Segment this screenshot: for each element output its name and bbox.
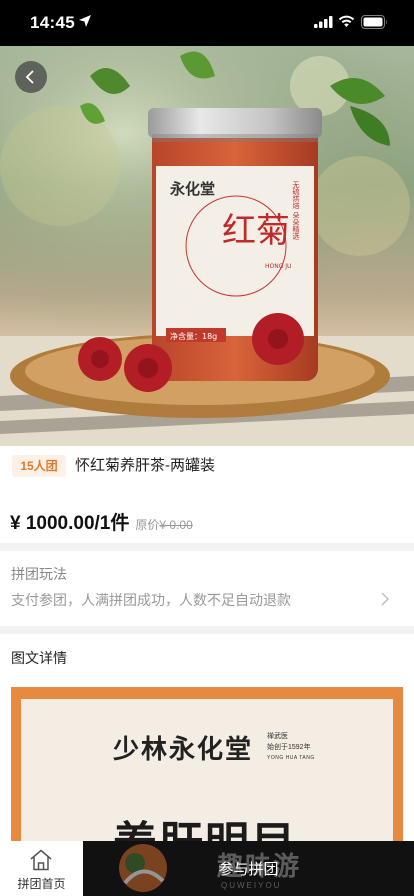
product-info: 15人团 怀红菊养肝茶-两罐装 ¥ 1000.00 /1件 原价 ¥ 0.00 — [0, 446, 414, 543]
brand-en: YONG HUA TANG — [267, 755, 315, 761]
detail-title: 图文详情 — [11, 650, 67, 666]
rules-title: 拼团玩法 — [11, 566, 67, 582]
jar-name: 红菊 — [222, 211, 290, 251]
status-bar: 14:45 — [0, 0, 414, 46]
product-photo: 永化堂 红菊 HONG JU 无硫烘焙 朵朵精选 净含量：18g — [0, 46, 414, 446]
group-rules[interactable]: 拼团玩法 支付参团，人满拼团成功，人数不足自动退款 — [0, 551, 414, 626]
product-image: 永化堂 红菊 HONG JU 无硫烘焙 朵朵精选 净含量：18g — [0, 46, 414, 446]
watermark-subtext: QUWEIYOU — [221, 881, 282, 890]
jar-pinyin: HONG JU — [265, 263, 291, 270]
jar-net-weight: 净含量：18g — [170, 331, 217, 341]
bottom-bar: 拼团首页 趣味游 QUWEIYOU 参与拼团 — [0, 841, 414, 896]
group-size-badge: 15人团 — [12, 455, 66, 477]
status-time: 14:45 — [30, 13, 75, 32]
jar-brand: 永化堂 — [169, 180, 215, 198]
price-unit: /1件 — [94, 513, 130, 534]
wifi-icon — [338, 15, 355, 27]
original-price: ¥ 0.00 — [159, 518, 193, 532]
back-button[interactable] — [15, 61, 47, 93]
group-home-tab[interactable]: 拼团首页 — [0, 841, 83, 896]
jar-vertical-text: 无硫烘焙 朵朵精选 — [292, 181, 300, 240]
join-group-button[interactable]: 趣味游 QUWEIYOU 参与拼团 — [83, 841, 414, 896]
location-arrow-icon — [79, 15, 91, 27]
home-label: 拼团首页 — [17, 877, 66, 891]
signal-icon — [314, 16, 333, 28]
home-icon — [30, 849, 52, 871]
chevron-left-icon — [25, 70, 34, 84]
original-price-label: 原价 — [135, 518, 160, 532]
rules-description: 支付参团，人满拼团成功，人数不足自动退款 — [11, 592, 291, 608]
brand-subtitle: 禅武医 始创于1592年 YONG HUA TANG — [267, 731, 315, 764]
battery-icon — [361, 15, 387, 29]
price: ¥ 1000.00 — [10, 513, 95, 534]
brand-logo: 少林永化堂 — [113, 735, 254, 765]
brand-line2: 始创于1592年 — [267, 744, 311, 751]
chevron-right-icon — [381, 592, 389, 606]
join-label: 参与拼团 — [218, 861, 279, 878]
price-row: ¥ 1000.00 /1件 原价 ¥ 0.00 — [10, 508, 193, 535]
product-title: 怀红菊养肝茶-两罐装 — [75, 457, 215, 474]
brand-line1: 禅武医 — [267, 733, 288, 740]
